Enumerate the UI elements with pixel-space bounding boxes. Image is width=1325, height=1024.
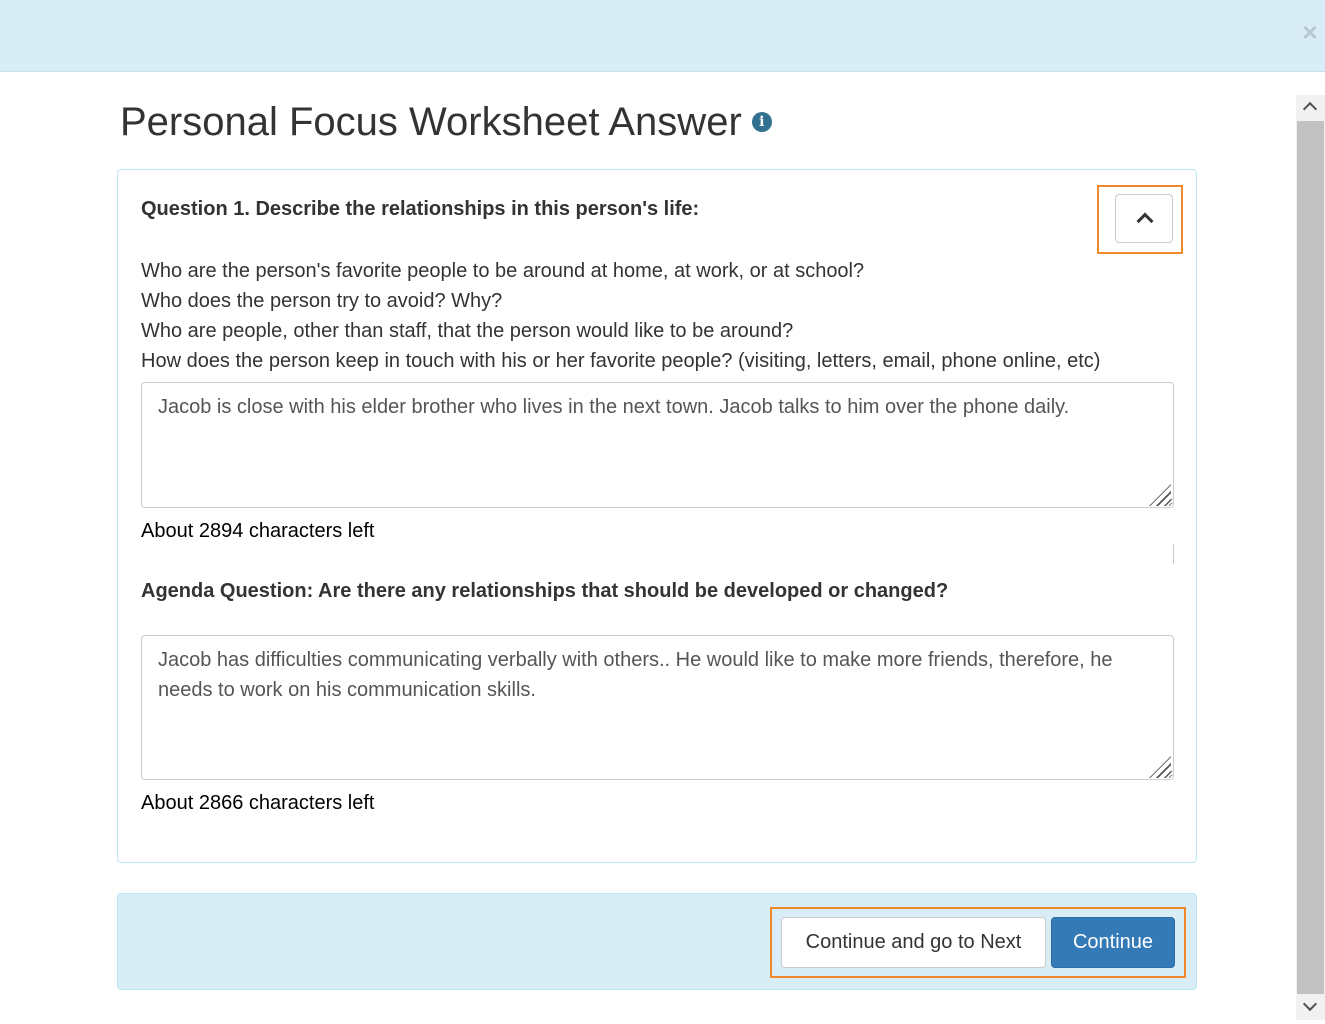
modal-header-bar: × xyxy=(0,0,1325,72)
close-button[interactable]: × xyxy=(1299,18,1321,46)
scrollbar-thumb[interactable] xyxy=(1297,121,1324,994)
prompt-line: Who are the person's favorite people to … xyxy=(141,260,865,282)
question-answer-textarea[interactable]: Jacob is close with his elder brother wh… xyxy=(141,382,1174,508)
prompt-line: Who are people, other than staff, that t… xyxy=(141,320,794,342)
chevron-down-icon xyxy=(1302,996,1318,1012)
question-title: Question 1. Describe the relationships i… xyxy=(141,198,700,220)
scroll-down-button[interactable] xyxy=(1296,994,1325,1020)
chevron-up-icon xyxy=(1136,212,1154,230)
modal-footer: Continue and go to Next Continue xyxy=(117,893,1197,990)
prompt-line: Who does the person try to avoid? Why? xyxy=(141,290,503,312)
vertical-scrollbar[interactable] xyxy=(1296,95,1325,1020)
continue-button[interactable]: Continue xyxy=(1051,917,1175,968)
question-char-count: About 2894 characters left xyxy=(141,520,375,542)
agenda-question-title: Agenda Question: Are there any relations… xyxy=(141,580,949,602)
question-panel: Question 1. Describe the relationships i… xyxy=(117,169,1197,863)
question-prompts: Who are the person's favorite people to … xyxy=(141,256,1100,376)
chevron-up-icon xyxy=(1302,101,1318,117)
divider xyxy=(1173,544,1174,564)
collapse-button[interactable] xyxy=(1115,194,1173,243)
info-icon[interactable]: i xyxy=(751,112,772,133)
prompt-line: How does the person keep in touch with h… xyxy=(141,350,1101,372)
continue-and-next-button[interactable]: Continue and go to Next xyxy=(781,917,1046,968)
agenda-answer-textarea[interactable]: Jacob has difficulties communicating ver… xyxy=(141,635,1174,780)
agenda-char-count: About 2866 characters left xyxy=(141,792,375,814)
page-title: Personal Focus Worksheet Answer i xyxy=(120,100,772,145)
scroll-up-button[interactable] xyxy=(1296,95,1325,121)
page-title-text: Personal Focus Worksheet Answer xyxy=(120,100,742,144)
